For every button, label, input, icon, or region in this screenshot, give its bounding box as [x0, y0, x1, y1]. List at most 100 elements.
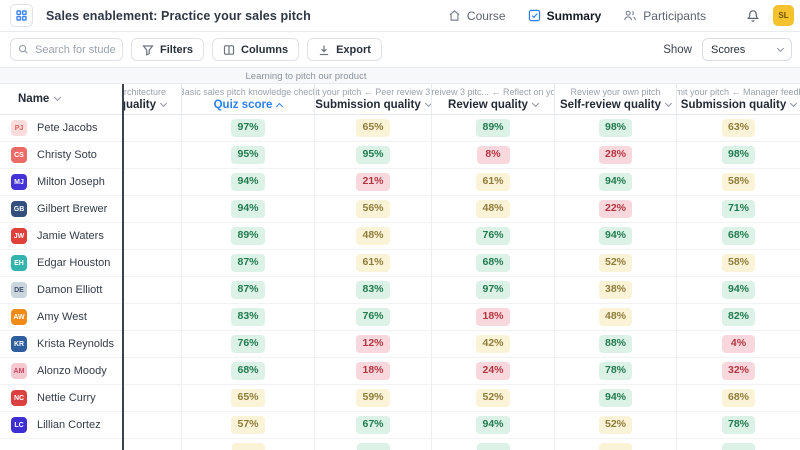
sort-chevron-icon [664, 99, 673, 108]
table-row[interactable]: JW Jamie Waters 89% 48% 76% 94% 68% [0, 223, 800, 250]
export-button[interactable]: Export [307, 38, 382, 61]
score-chip: 88% [598, 335, 632, 353]
score-cell-quiz: 68% [182, 358, 315, 384]
chevron-down-icon [776, 44, 785, 52]
score-cell-review: 8% [432, 142, 555, 168]
score-cell-submission-peer: 18% [315, 358, 432, 384]
score-cell-self-review: 88% [555, 331, 677, 357]
student-name-cell: PJ Pete Jacobs [0, 115, 123, 141]
column-header-quiz-score[interactable]: Basic sales pitch knowledge check Quiz s… [182, 84, 315, 114]
table-row[interactable]: EH Edgar Houston 87% 61% 68% 52% 58% [0, 250, 800, 277]
show-scores-select[interactable]: Scores [702, 38, 792, 61]
table-row[interactable]: AM Alonzo Moody 68% 18% 24% 78% 32% [0, 358, 800, 385]
score-chip: 94% [598, 227, 632, 245]
score-cell-self-review: 94% [555, 385, 677, 411]
notifications-button[interactable] [746, 9, 760, 23]
column-header-name[interactable]: Name [0, 84, 123, 114]
score-cell-quiz: 57% [182, 412, 315, 438]
score-cell-review [432, 439, 555, 450]
student-name: Gilbert Brewer [37, 203, 108, 215]
column-header-clipped[interactable]: architecture n quality [123, 84, 182, 114]
score-cell-empty [123, 142, 182, 168]
nav-summary-label: Summary [546, 8, 602, 23]
student-name-cell: LC Lillian Cortez [0, 412, 123, 438]
nav-course[interactable]: Course [448, 9, 506, 23]
score-chip: 59% [356, 389, 390, 407]
score-chip: 58% [721, 173, 755, 191]
column-header-submission-quality-peer[interactable]: Submit your pitch ← Peer review 3 pitc..… [315, 84, 432, 114]
avatar: LC [11, 417, 27, 433]
score-chip: 42% [476, 335, 510, 353]
user-avatar[interactable]: SL [773, 5, 794, 26]
toolbar: Filters Columns Export Show Scores [0, 32, 800, 68]
score-cell-quiz: 76% [182, 331, 315, 357]
score-chip: 56% [356, 200, 390, 218]
column-header-submission-quality-manager[interactable]: Submit your pitch ← Manager feedback Sub… [677, 84, 800, 114]
score-cell-empty [123, 439, 182, 450]
score-cell-empty [123, 196, 182, 222]
score-chip: 71% [721, 200, 755, 218]
score-chip: 61% [476, 173, 510, 191]
columns-button[interactable]: Columns [212, 38, 300, 61]
table-row[interactable] [0, 439, 800, 450]
score-cell-empty [123, 115, 182, 141]
score-chip: 57% [231, 416, 265, 434]
score-cell-empty [123, 358, 182, 384]
table-row[interactable]: MJ Milton Joseph 94% 21% 61% 94% 58% [0, 169, 800, 196]
grid-icon [16, 10, 27, 21]
score-chip: 94% [598, 389, 632, 407]
nav-summary[interactable]: Summary [528, 8, 602, 23]
table-row[interactable]: PJ Pete Jacobs 97% 65% 89% 98% 63% [0, 115, 800, 142]
download-icon [318, 44, 330, 56]
score-chip: 22% [598, 200, 632, 218]
student-name-cell: CS Christy Soto [0, 142, 123, 168]
avatar: EH [11, 255, 27, 271]
search-box[interactable] [10, 38, 123, 61]
score-chip: 78% [721, 416, 755, 434]
score-chip: 87% [231, 281, 265, 299]
table-row[interactable]: DE Damon Elliott 87% 83% 97% 38% 94% [0, 277, 800, 304]
table-row[interactable]: KR Krista Reynolds 76% 12% 42% 88% 4% [0, 331, 800, 358]
score-cell-quiz: 65% [182, 385, 315, 411]
score-cell-submission-peer [315, 439, 432, 450]
student-name: Jamie Waters [37, 230, 104, 242]
score-cell-submission-peer: 56% [315, 196, 432, 222]
score-cell-review: 42% [432, 331, 555, 357]
score-cell-submission-peer: 76% [315, 304, 432, 330]
table-row[interactable]: GB Gilbert Brewer 94% 56% 48% 22% 71% [0, 196, 800, 223]
score-chip: 48% [356, 227, 390, 245]
score-cell-submission-manager: 98% [677, 142, 800, 168]
score-chip: 68% [721, 389, 755, 407]
avatar: KR [11, 336, 27, 352]
score-chip: 97% [476, 281, 510, 299]
table-row[interactable]: NC Nettie Curry 65% 59% 52% 94% 68% [0, 385, 800, 412]
score-cell-self-review: 38% [555, 277, 677, 303]
score-cell-submission-manager: 78% [677, 412, 800, 438]
score-chip: 78% [598, 362, 632, 380]
student-name-cell: MJ Milton Joseph [0, 169, 123, 195]
score-cell-submission-manager: 68% [677, 385, 800, 411]
student-name: Nettie Curry [37, 392, 96, 404]
score-chip: 87% [231, 254, 265, 272]
table-row[interactable]: LC Lillian Cortez 57% 67% 94% 52% 78% [0, 412, 800, 439]
score-chip: 8% [476, 146, 510, 164]
table-row[interactable]: CS Christy Soto 95% 95% 8% 28% 98% [0, 142, 800, 169]
column-header-self-review-quality[interactable]: Review your own pitch Self-review qualit… [555, 84, 677, 114]
score-cell-quiz: 83% [182, 304, 315, 330]
bell-icon [746, 9, 760, 23]
search-input[interactable] [35, 43, 115, 56]
score-chip [231, 443, 265, 450]
apps-button[interactable] [10, 4, 33, 27]
score-cell-review: 97% [432, 277, 555, 303]
nav-course-label: Course [466, 8, 506, 23]
score-chip: 65% [356, 119, 390, 137]
score-chip: 18% [356, 362, 390, 380]
table-row[interactable]: AW Amy West 83% 76% 18% 48% 82% [0, 304, 800, 331]
score-chip: 65% [231, 389, 265, 407]
nav-participants[interactable]: Participants [623, 9, 706, 23]
column-header-review-quality[interactable]: Peer reivew 3 pitc... ← Reflect on your … [432, 84, 555, 114]
columns-label: Columns [241, 43, 289, 56]
filters-button[interactable]: Filters [131, 38, 205, 61]
score-chip: 68% [231, 362, 265, 380]
score-cell-submission-manager: 82% [677, 304, 800, 330]
